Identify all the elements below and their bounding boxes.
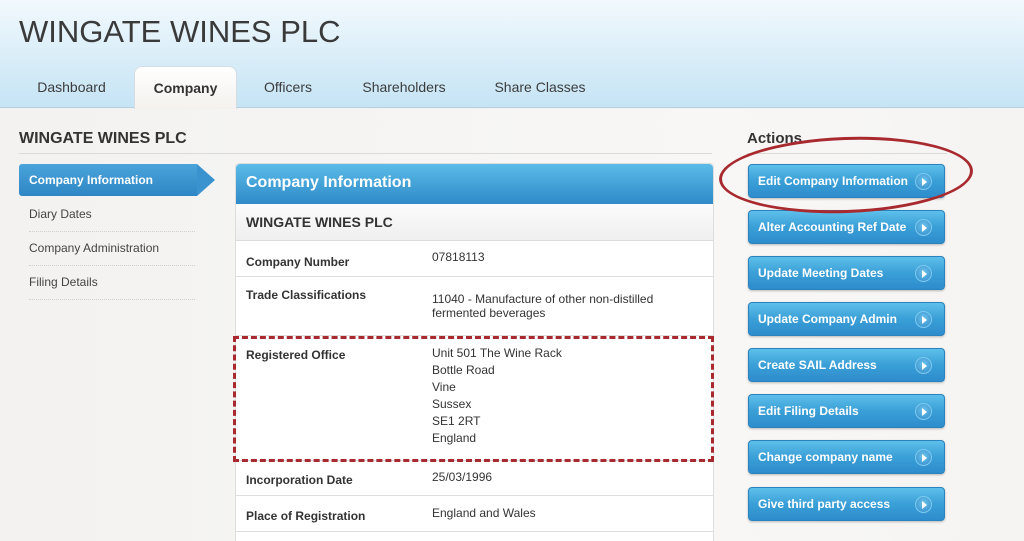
field-label: Registered Office	[246, 348, 346, 362]
tab-company[interactable]: Company	[134, 66, 237, 112]
field-label: Trade Classifications	[246, 288, 367, 302]
create-sail-address-button[interactable]: Create SAIL Address	[748, 348, 945, 382]
sidebar-item-company-administration[interactable]: Company Administration	[19, 232, 219, 266]
actions-divider	[747, 153, 947, 154]
address-line: Bottle Road	[432, 363, 495, 377]
alter-accounting-ref-date-button[interactable]: Alter Accounting Ref Date	[748, 210, 945, 244]
row-company-number: Company Number 07818113	[236, 241, 713, 277]
play-arrow-icon	[915, 219, 932, 236]
play-arrow-icon	[915, 173, 932, 190]
address-line: SE1 2RT	[432, 414, 481, 428]
app-header: WINGATE WINES PLC Dashboard Company Offi…	[0, 0, 1024, 112]
sidebar-item-label: Filing Details	[29, 275, 98, 289]
row-incorporation-date: Incorporation Date 25/03/1996	[236, 460, 713, 496]
field-label: Company Number	[246, 255, 350, 269]
main-tabs: Dashboard Company Officers Shareholders …	[0, 66, 1024, 112]
button-label: Change company name	[758, 450, 893, 464]
sidebar-item-filing-details[interactable]: Filing Details	[19, 266, 219, 300]
app-title: WINGATE WINES PLC	[19, 14, 341, 49]
row-place-of-registration: Place of Registration England and Wales	[236, 496, 713, 532]
field-value-address: Unit 501 The Wine Rack Bottle Road Vine …	[432, 345, 562, 447]
row-registered-office: Registered Office Unit 501 The Wine Rack…	[236, 336, 713, 460]
heading-divider	[19, 153, 712, 154]
tab-officers[interactable]: Officers	[248, 66, 328, 108]
tab-company-label: Company	[153, 80, 218, 96]
button-label: Alter Accounting Ref Date	[758, 220, 907, 234]
change-company-name-button[interactable]: Change company name	[748, 440, 945, 474]
field-label: Place of Registration	[246, 509, 366, 523]
field-value: England and Wales	[432, 506, 536, 520]
row-trade-classifications: Trade Classifications 11040 - Manufactur…	[236, 277, 713, 336]
sidebar-item-company-information[interactable]: Company Information	[19, 164, 215, 196]
sidebar-item-label: Company Information	[29, 173, 154, 187]
tab-share-classes[interactable]: Share Classes	[484, 66, 596, 108]
button-label: Update Meeting Dates	[758, 266, 884, 280]
sidebar-item-label: Diary Dates	[29, 207, 92, 221]
update-company-admin-button[interactable]: Update Company Admin	[748, 302, 945, 336]
play-arrow-icon	[915, 357, 932, 374]
tab-shareholders[interactable]: Shareholders	[352, 66, 456, 108]
field-value: 11040 - Manufacture of other non-distill…	[432, 292, 654, 320]
divider	[29, 299, 195, 300]
play-arrow-icon	[915, 496, 932, 513]
sidebar-nav: Company Information Diary Dates Company …	[19, 164, 219, 300]
button-label: Update Company Admin	[758, 312, 897, 326]
company-information-panel: Company Information WINGATE WINES PLC Co…	[235, 163, 714, 541]
actions-heading: Actions	[747, 130, 803, 147]
page-heading: WINGATE WINES PLC	[19, 130, 187, 147]
address-line: Sussex	[432, 397, 472, 411]
play-arrow-icon	[915, 403, 932, 420]
play-arrow-icon	[915, 265, 932, 282]
button-label: Create SAIL Address	[758, 358, 877, 372]
company-name: WINGATE WINES PLC	[236, 204, 713, 241]
edit-filing-details-button[interactable]: Edit Filing Details	[748, 394, 945, 428]
tab-dashboard[interactable]: Dashboard	[20, 66, 123, 108]
play-arrow-icon	[915, 449, 932, 466]
give-third-party-access-button[interactable]: Give third party access	[748, 487, 945, 521]
field-value: 25/03/1996	[432, 470, 493, 484]
button-label: Edit Company Information	[758, 174, 908, 188]
panel-title: Company Information	[236, 164, 713, 204]
address-line: Vine	[432, 380, 456, 394]
sidebar-item-diary-dates[interactable]: Diary Dates	[19, 198, 219, 232]
address-line: Unit 501 The Wine Rack	[432, 346, 562, 360]
play-arrow-icon	[915, 311, 932, 328]
address-line: England	[432, 431, 477, 445]
button-label: Give third party access	[758, 497, 891, 511]
update-meeting-dates-button[interactable]: Update Meeting Dates	[748, 256, 945, 290]
field-label: Incorporation Date	[246, 473, 353, 487]
field-value: 07818113	[432, 250, 485, 264]
sidebar-item-label: Company Administration	[29, 241, 160, 255]
button-label: Edit Filing Details	[758, 404, 859, 418]
edit-company-information-button[interactable]: Edit Company Information	[748, 164, 945, 198]
